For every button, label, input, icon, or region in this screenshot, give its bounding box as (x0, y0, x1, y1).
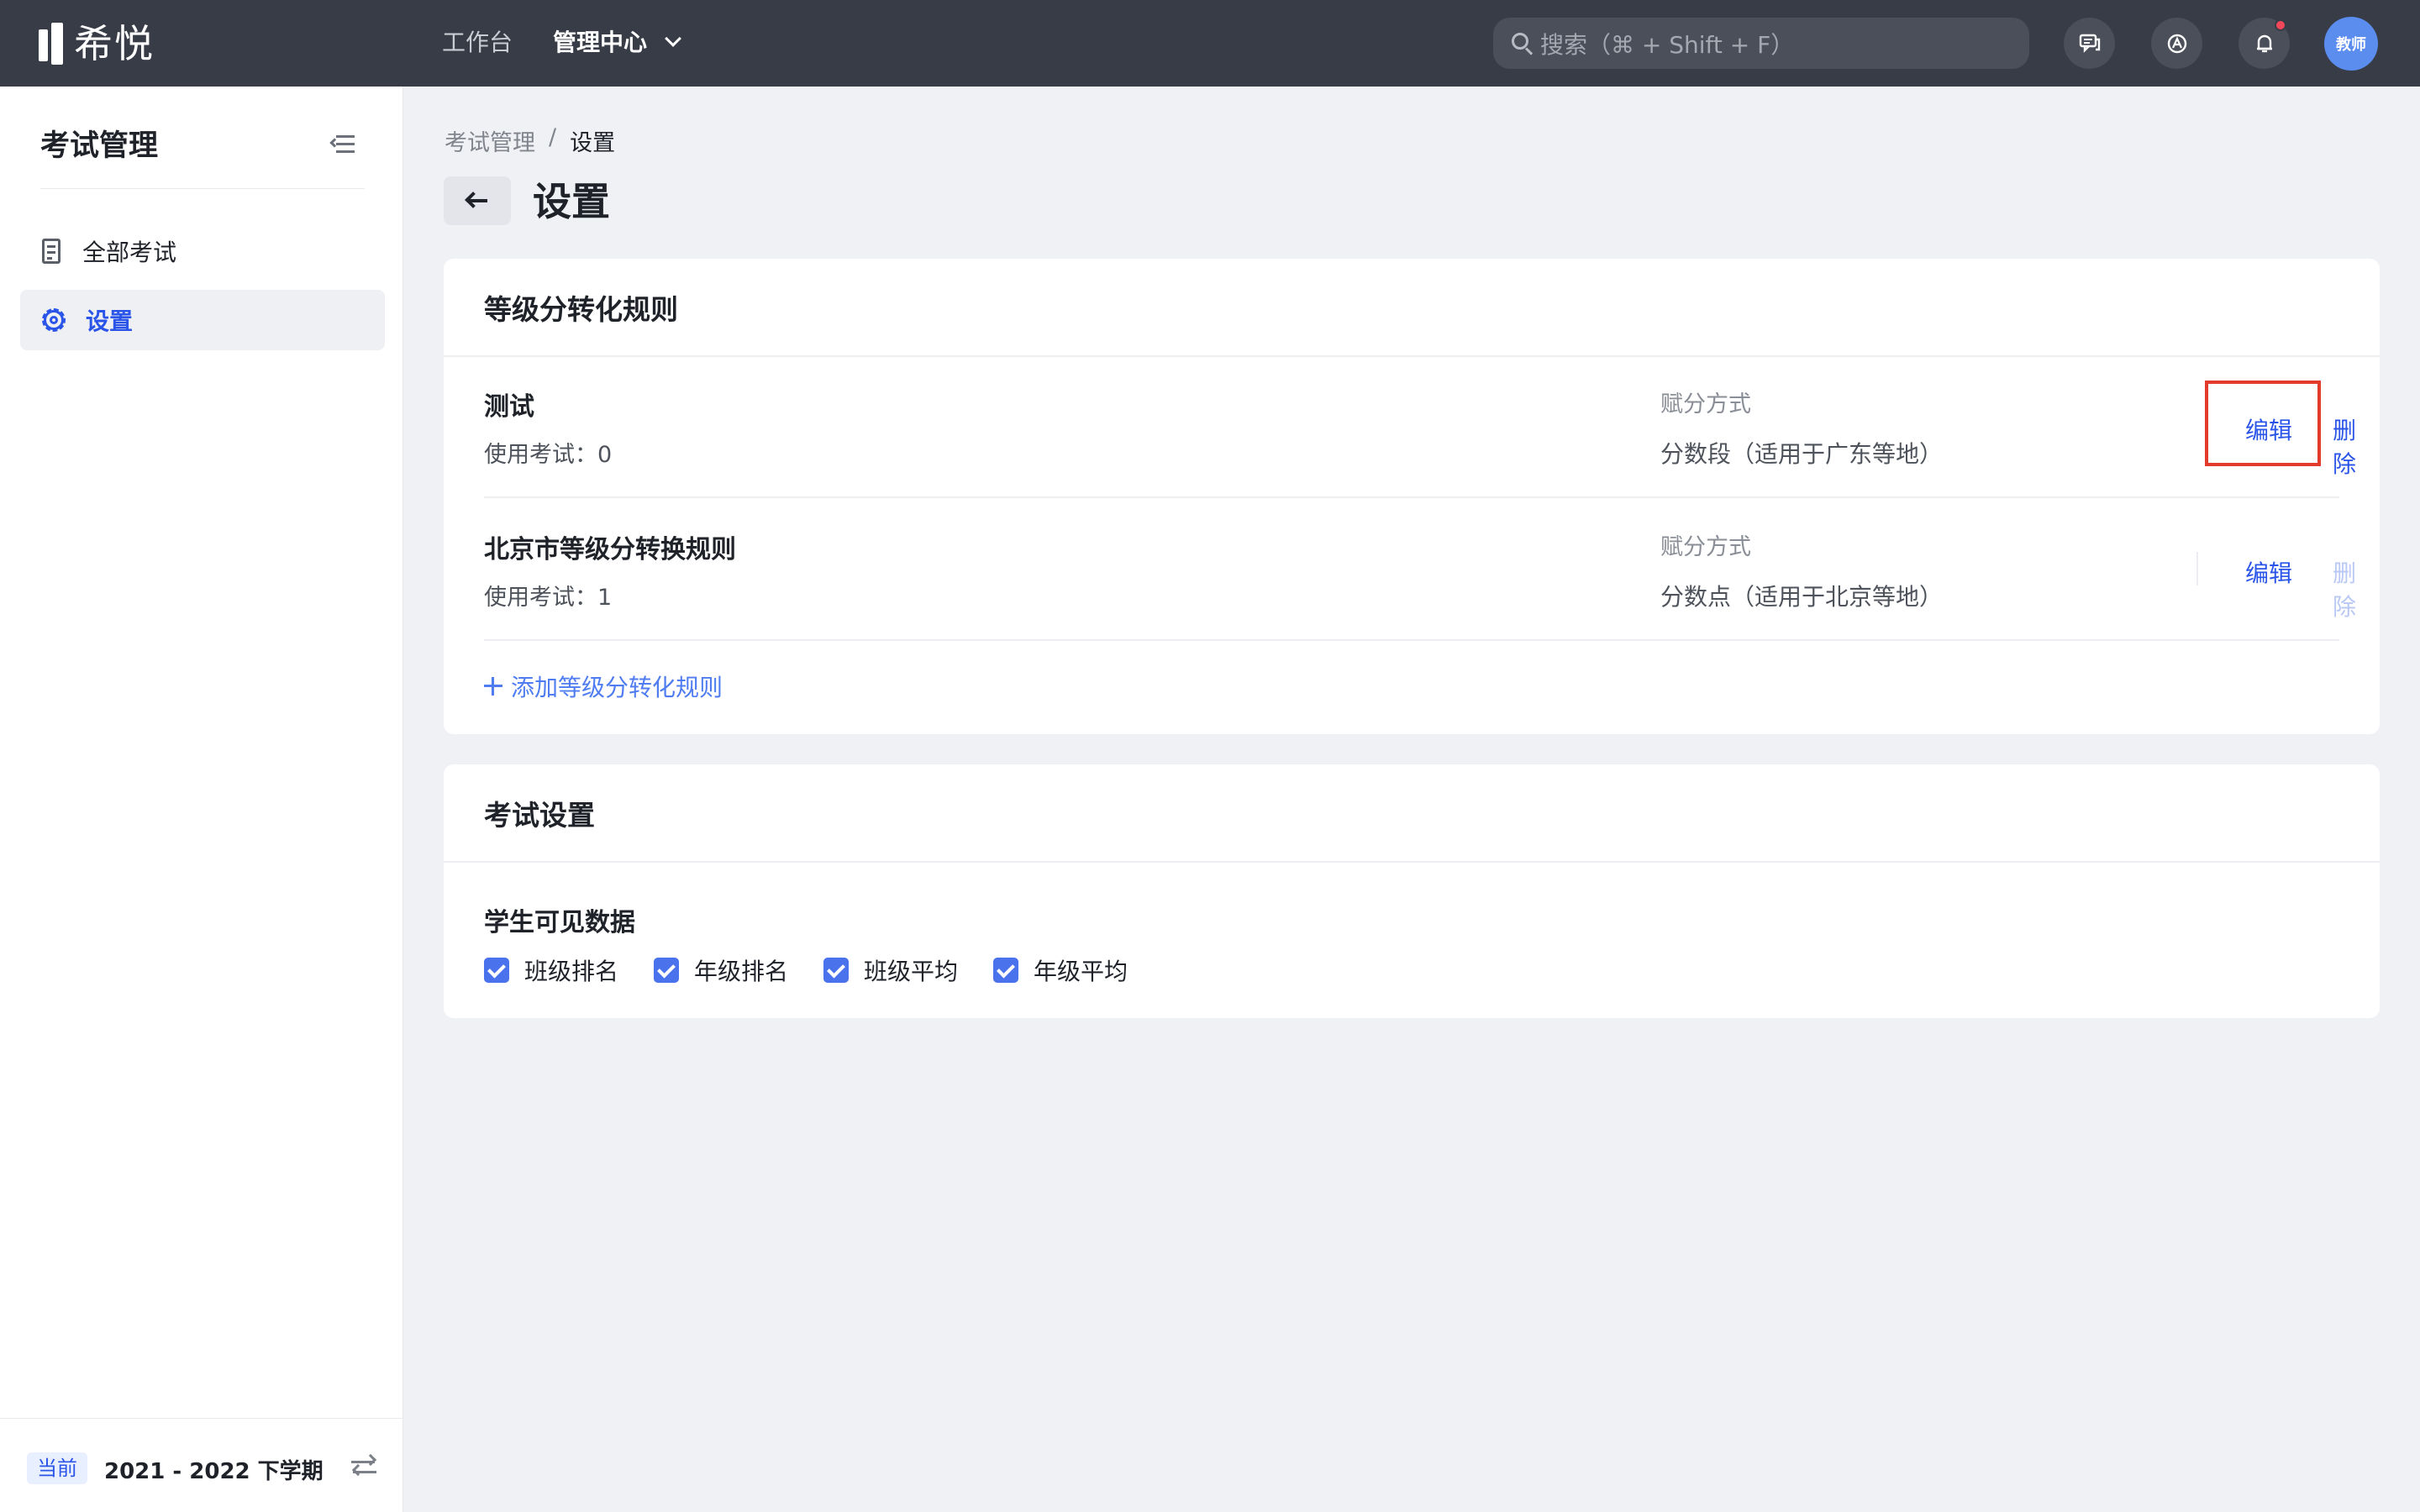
sidebar-item-settings[interactable]: 设置 (20, 290, 385, 350)
checkbox-checked[interactable] (993, 958, 1019, 983)
option-class-rank[interactable]: 班级排名 (484, 953, 618, 987)
topnav-admin-center[interactable]: 管理中心 (553, 25, 681, 60)
option-grade-average[interactable]: 年级平均 (993, 953, 1128, 987)
checkbox-checked[interactable] (484, 958, 509, 983)
edit-rule-button[interactable]: 编辑 (2245, 412, 2292, 446)
topnav-workbench[interactable]: 工作台 (442, 25, 513, 60)
search-icon (1510, 31, 1535, 56)
score-method-label: 赋分方式 (1660, 391, 1751, 417)
chevron-down-icon (665, 30, 681, 47)
term-switcher: 当前 2021 - 2022 下学期 (0, 1418, 402, 1512)
rule-usage: 使用考试：1 (484, 585, 613, 611)
rule-name: 北京市等级分转换规则 (484, 535, 736, 564)
avatar[interactable]: 教师 (2324, 17, 2378, 71)
assistant-icon (2167, 34, 2186, 53)
checkbox-label: 年级平均 (1034, 958, 1128, 985)
grade-rules-title: 等级分转化规则 (444, 259, 2380, 357)
notification-badge (2275, 19, 2286, 31)
breadcrumb: 考试管理 / 设置 (445, 124, 615, 157)
option-grade-rank[interactable]: 年级排名 (654, 953, 788, 987)
score-method-value: 分数段（适用于广东等地） (1660, 440, 1944, 468)
option-class-average[interactable]: 班级平均 (823, 953, 958, 987)
app-logo[interactable]: 希悦 (39, 20, 155, 67)
topnav-admin-center-label: 管理中心 (553, 29, 648, 56)
rule-row: 北京市等级分转换规则 使用考试：1 赋分方式 分数点（适用于北京等地） 编辑 删… (484, 500, 2356, 641)
row-divider (484, 496, 2339, 498)
search-placeholder: 搜索（⌘ + Shift + F） (1540, 30, 1795, 59)
sidebar-title: 考试管理 (40, 129, 159, 163)
delete-rule-button-disabled: 删除 (2333, 559, 2357, 621)
chat-button[interactable] (2064, 18, 2115, 69)
checkbox-checked[interactable] (823, 958, 850, 983)
sidebar-item-all-exams[interactable]: 全部考试 (20, 221, 385, 281)
checkbox-checked[interactable] (654, 958, 680, 983)
student-visible-data-label: 学生可见数据 (484, 908, 635, 937)
switch-term-icon[interactable] (351, 1453, 377, 1479)
delete-rule-button[interactable]: 删除 (2333, 412, 2356, 480)
breadcrumb-separator: / (549, 124, 557, 150)
sidebar-divider (40, 188, 365, 189)
edit-rule-button[interactable]: 编辑 (2245, 555, 2292, 589)
chat-icon (2079, 34, 2100, 53)
action-separator (2196, 552, 2198, 585)
rule-row: 测试 使用考试：0 赋分方式 分数段（适用于广东等地） 编辑 删除 (484, 357, 2356, 498)
plus-icon (484, 677, 502, 696)
checkbox-label: 班级排名 (524, 958, 619, 985)
logo-mark-icon (39, 23, 66, 65)
row-divider (484, 639, 2339, 641)
add-rule-button[interactable]: 添加等级分转化规则 (484, 669, 723, 703)
exam-list-icon (40, 239, 64, 264)
exam-settings-title: 考试设置 (444, 764, 2380, 863)
sidebar: 考试管理 全部考试 设置 当前 2021 - 2022 下学期 (0, 87, 403, 1512)
score-method-label: 赋分方式 (1660, 534, 1751, 560)
exam-settings-card: 考试设置 学生可见数据 班级排名 年级排名 班级平均 年级平均 (444, 764, 2380, 1018)
score-method-value: 分数点（适用于北京等地） (1660, 583, 1944, 611)
back-button[interactable] (444, 176, 511, 225)
logo-text: 希悦 (74, 21, 155, 66)
rule-usage: 使用考试：0 (484, 442, 613, 468)
rule-name: 测试 (484, 392, 534, 422)
add-rule-label: 添加等级分转化规则 (511, 674, 723, 701)
search-input[interactable]: 搜索（⌘ + Shift + F） (1493, 18, 2029, 69)
page-title: 设置 (533, 179, 610, 224)
assistant-button[interactable] (2151, 18, 2202, 69)
gear-icon (40, 307, 67, 333)
breadcrumb-parent[interactable]: 考试管理 (445, 124, 535, 157)
current-term-tag: 当前 (27, 1452, 87, 1484)
sidebar-item-label: 设置 (86, 307, 134, 335)
current-term-text: 2021 - 2022 下学期 (104, 1459, 324, 1484)
checkbox-label: 年级排名 (694, 958, 789, 985)
bell-icon (2256, 34, 2272, 52)
breadcrumb-current: 设置 (570, 130, 616, 156)
top-bar: 希悦 工作台 管理中心 搜索（⌘ + Shift + F） 教师 (0, 0, 2420, 87)
checkbox-label: 班级平均 (864, 958, 959, 985)
notification-button[interactable] (2238, 18, 2290, 69)
collapse-sidebar-icon[interactable] (329, 135, 355, 154)
sidebar-item-label: 全部考试 (82, 239, 177, 266)
visible-data-options: 班级排名 年级排名 班级平均 年级平均 (484, 953, 1163, 987)
grade-rules-card: 等级分转化规则 测试 使用考试：0 赋分方式 分数段（适用于广东等地） 编辑 删… (444, 259, 2380, 734)
